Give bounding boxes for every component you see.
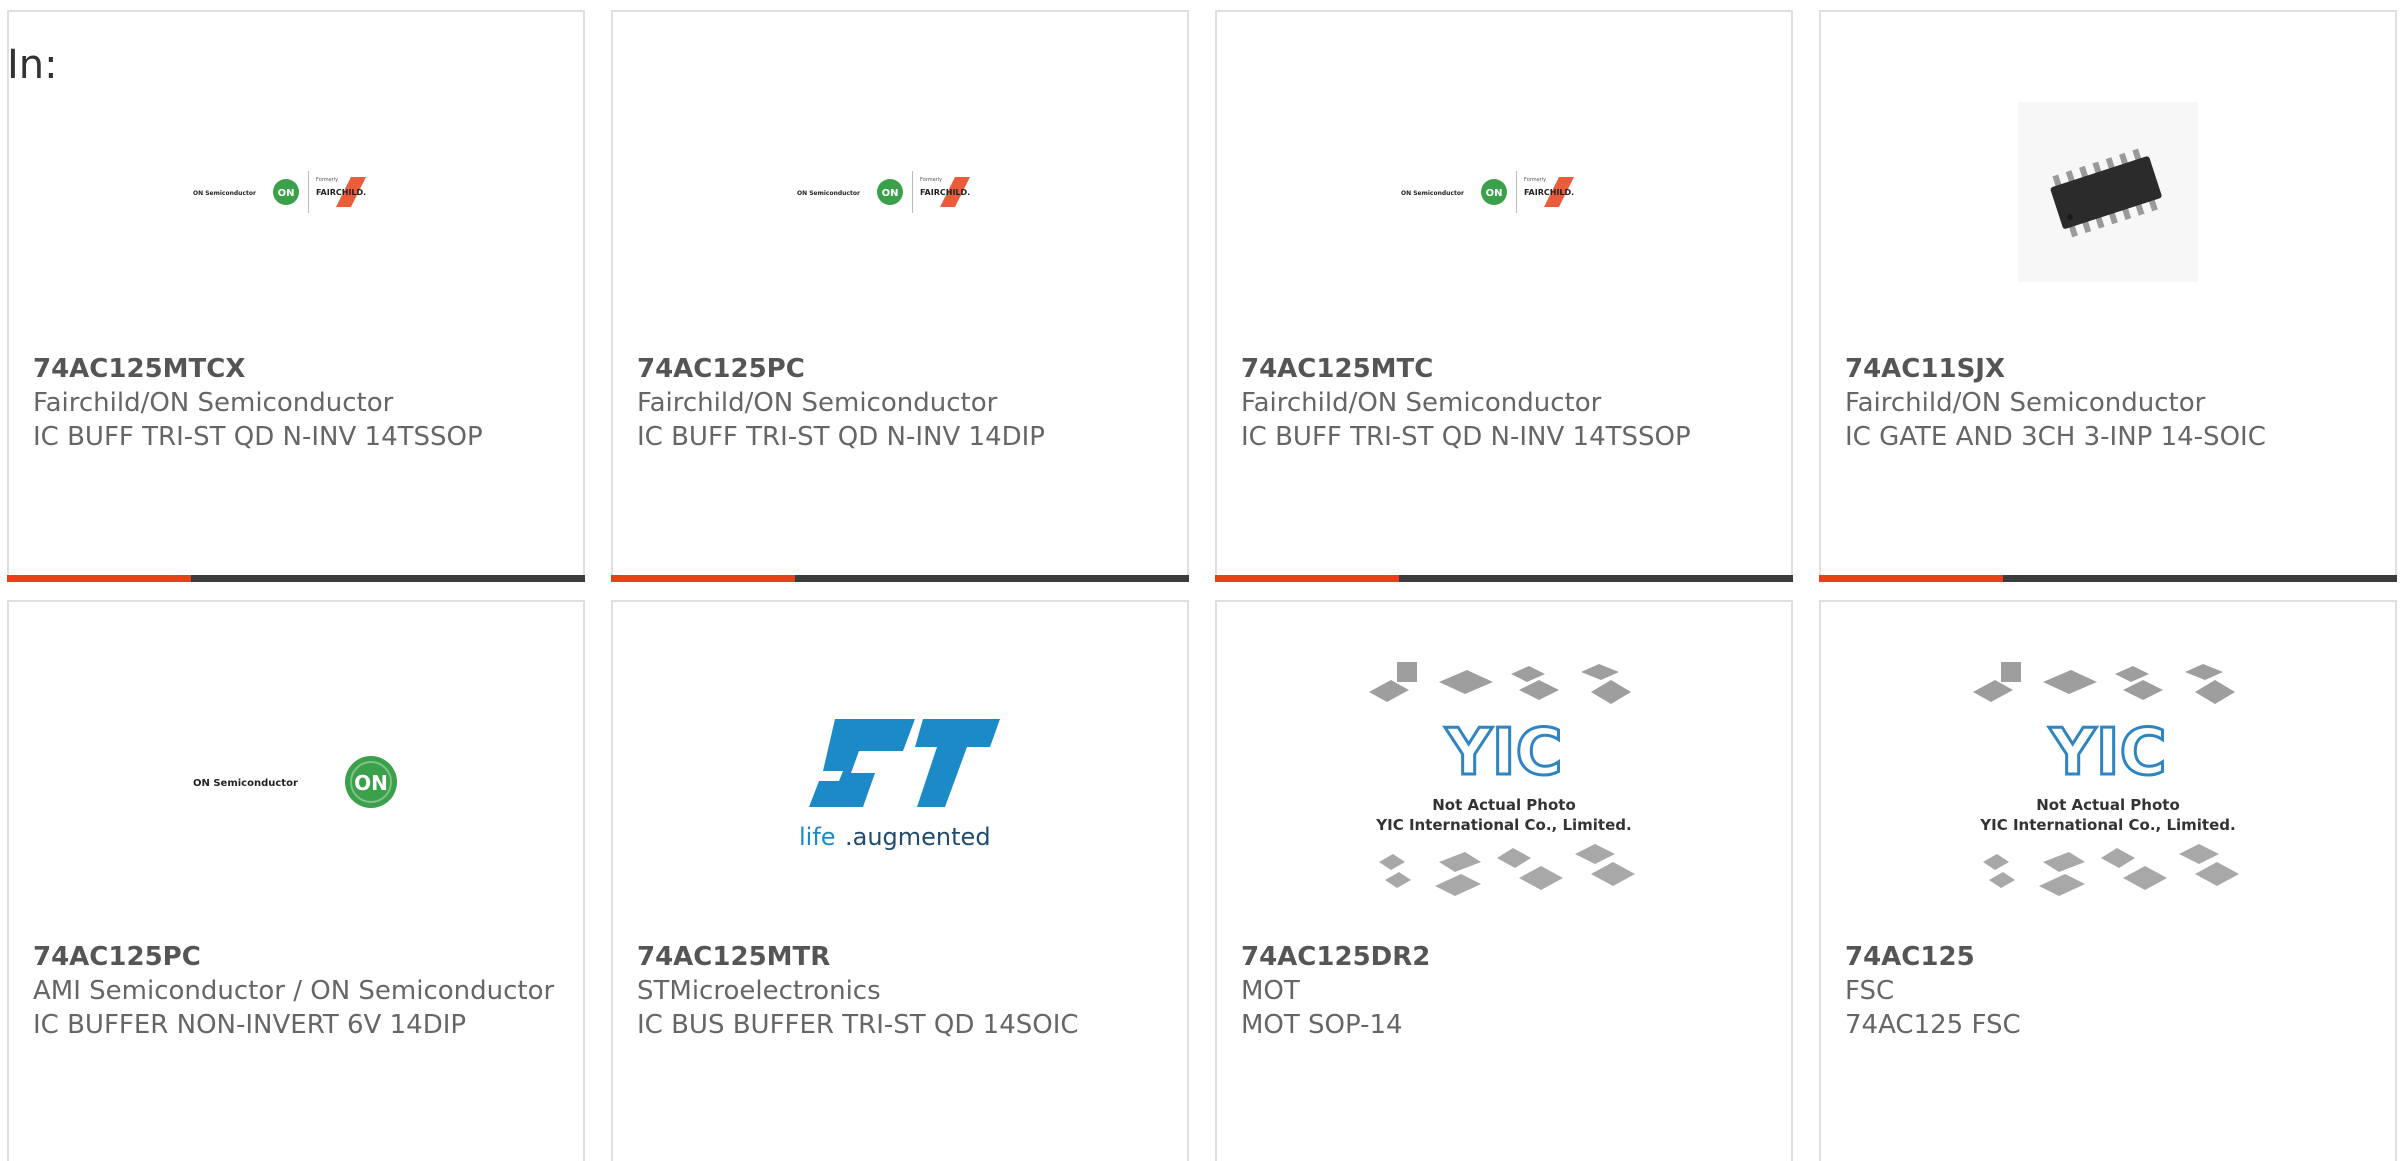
description: IC BUFF TRI-ST QD N-INV 14DIP <box>637 422 1045 452</box>
card-accent-bar <box>611 575 1189 582</box>
svg-text:ON: ON <box>278 188 295 199</box>
part-number[interactable]: 74AC125DR2 <box>1241 940 1767 974</box>
manufacturer: Fairchild/ON Semiconductor <box>637 388 998 418</box>
manufacturer: MOT <box>1241 976 1300 1006</box>
description: IC BUFF TRI-ST QD N-INV 14TSSOP <box>1241 422 1691 452</box>
description: IC GATE AND 3CH 3-INP 14-SOIC <box>1845 422 2266 452</box>
description: MOT SOP-14 <box>1241 1010 1403 1040</box>
manufacturer: Fairchild/ON Semiconductor <box>1241 388 1602 418</box>
svg-text:Formerly: Formerly <box>316 177 338 183</box>
product-card[interactable]: ON Semiconductor ON Formerly FAIRCHILD. … <box>7 10 585 582</box>
product-image[interactable]: ON Semiconductor ON Formerly FAIRCHILD. <box>1217 67 1791 317</box>
svg-text:YIC International Co., Limited: YIC International Co., Limited. <box>1979 816 2235 834</box>
part-number[interactable]: 74AC125MTCX <box>33 352 559 386</box>
manufacturer: Fairchild/ON Semiconductor <box>1845 388 2206 418</box>
svg-text:ON Semiconductor: ON Semiconductor <box>193 778 298 789</box>
product-card[interactable]: 74AC11SJX Fairchild/ON Semiconductor IC … <box>1819 10 2397 582</box>
svg-text:ON: ON <box>882 188 899 199</box>
card-accent-bar <box>1819 575 2397 582</box>
description: IC BUFFER NON-INVERT 6V 14DIP <box>33 1010 467 1040</box>
manufacturer: AMI Semiconductor / ON Semiconductor <box>33 976 555 1006</box>
svg-text:Formerly: Formerly <box>920 177 942 183</box>
product-image[interactable]: YIC Not Actual Photo YIC International C… <box>1217 657 1791 907</box>
product-image[interactable]: ON Semiconductor ON <box>9 657 583 907</box>
part-number[interactable]: 74AC125PC <box>33 940 559 974</box>
part-number[interactable]: 74AC11SJX <box>1845 352 2371 386</box>
filter-label: In: <box>7 42 58 88</box>
product-card[interactable]: ON Semiconductor ON Formerly FAIRCHILD. … <box>611 10 1189 582</box>
svg-text:YIC: YIC <box>1444 716 1562 790</box>
svg-text:Formerly: Formerly <box>1524 177 1546 183</box>
product-image[interactable]: YIC Not Actual Photo YIC International C… <box>1821 657 2395 907</box>
description: 74AC125 FSC <box>1845 1010 2021 1040</box>
manufacturer: Fairchild/ON Semiconductor <box>33 388 394 418</box>
on-fairchild-logo: ON Semiconductor ON Formerly FAIRCHILD. <box>193 171 366 213</box>
svg-text:ON: ON <box>354 771 388 795</box>
svg-text:.augmented: .augmented <box>845 823 991 851</box>
product-card[interactable]: life .augmented 74AC125MTR STMicroelectr… <box>611 600 1189 1161</box>
svg-text:FAIRCHILD.: FAIRCHILD. <box>316 188 366 197</box>
svg-text:FAIRCHILD.: FAIRCHILD. <box>920 188 970 197</box>
part-number[interactable]: 74AC125 <box>1845 940 2371 974</box>
product-image[interactable]: ON Semiconductor ON Formerly FAIRCHILD. <box>9 67 583 317</box>
card-accent-bar <box>7 575 585 582</box>
yic-placeholder: YIC Not Actual Photo YIC International C… <box>1973 662 2239 896</box>
manufacturer: STMicroelectronics <box>637 976 881 1006</box>
product-card[interactable]: ON Semiconductor ON 74AC125PC AMI Semico… <box>7 600 585 1161</box>
product-image[interactable] <box>1821 67 2395 317</box>
svg-text:FAIRCHILD.: FAIRCHILD. <box>1524 188 1574 197</box>
soic-chip-photo <box>2018 102 2198 282</box>
product-card[interactable]: ON Semiconductor ON Formerly FAIRCHILD. … <box>1215 10 1793 582</box>
svg-text:ON Semiconductor: ON Semiconductor <box>797 190 860 197</box>
svg-text:Not Actual Photo: Not Actual Photo <box>2036 796 2180 814</box>
description: IC BUS BUFFER TRI-ST QD 14SOIC <box>637 1010 1079 1040</box>
product-card[interactable]: YIC Not Actual Photo YIC International C… <box>1819 600 2397 1161</box>
st-logo: life .augmented <box>799 719 1000 851</box>
product-image[interactable]: ON Semiconductor ON Formerly FAIRCHILD. <box>613 67 1187 317</box>
on-fairchild-logo: ON Semiconductor ON Formerly FAIRCHILD. <box>1401 171 1574 213</box>
part-number[interactable]: 74AC125MTR <box>637 940 1163 974</box>
card-accent-bar <box>1215 575 1793 582</box>
svg-text:life: life <box>799 823 836 851</box>
part-number[interactable]: 74AC125MTC <box>1241 352 1767 386</box>
on-semiconductor-logo: ON Semiconductor ON <box>193 756 397 808</box>
product-card[interactable]: YIC Not Actual Photo YIC International C… <box>1215 600 1793 1161</box>
svg-text:ON Semiconductor: ON Semiconductor <box>193 190 256 197</box>
svg-text:ON: ON <box>1486 188 1503 199</box>
svg-text:ON Semiconductor: ON Semiconductor <box>1401 190 1464 197</box>
manufacturer: FSC <box>1845 976 1895 1006</box>
on-fairchild-logo: ON Semiconductor ON Formerly FAIRCHILD. <box>797 171 970 213</box>
svg-text:YIC: YIC <box>2048 716 2166 790</box>
product-image[interactable]: life .augmented <box>613 657 1187 907</box>
svg-text:Not Actual Photo: Not Actual Photo <box>1432 796 1576 814</box>
yic-placeholder: YIC Not Actual Photo YIC International C… <box>1369 662 1635 896</box>
svg-text:YIC International Co., Limited: YIC International Co., Limited. <box>1375 816 1631 834</box>
description: IC BUFF TRI-ST QD N-INV 14TSSOP <box>33 422 483 452</box>
part-number[interactable]: 74AC125PC <box>637 352 1163 386</box>
